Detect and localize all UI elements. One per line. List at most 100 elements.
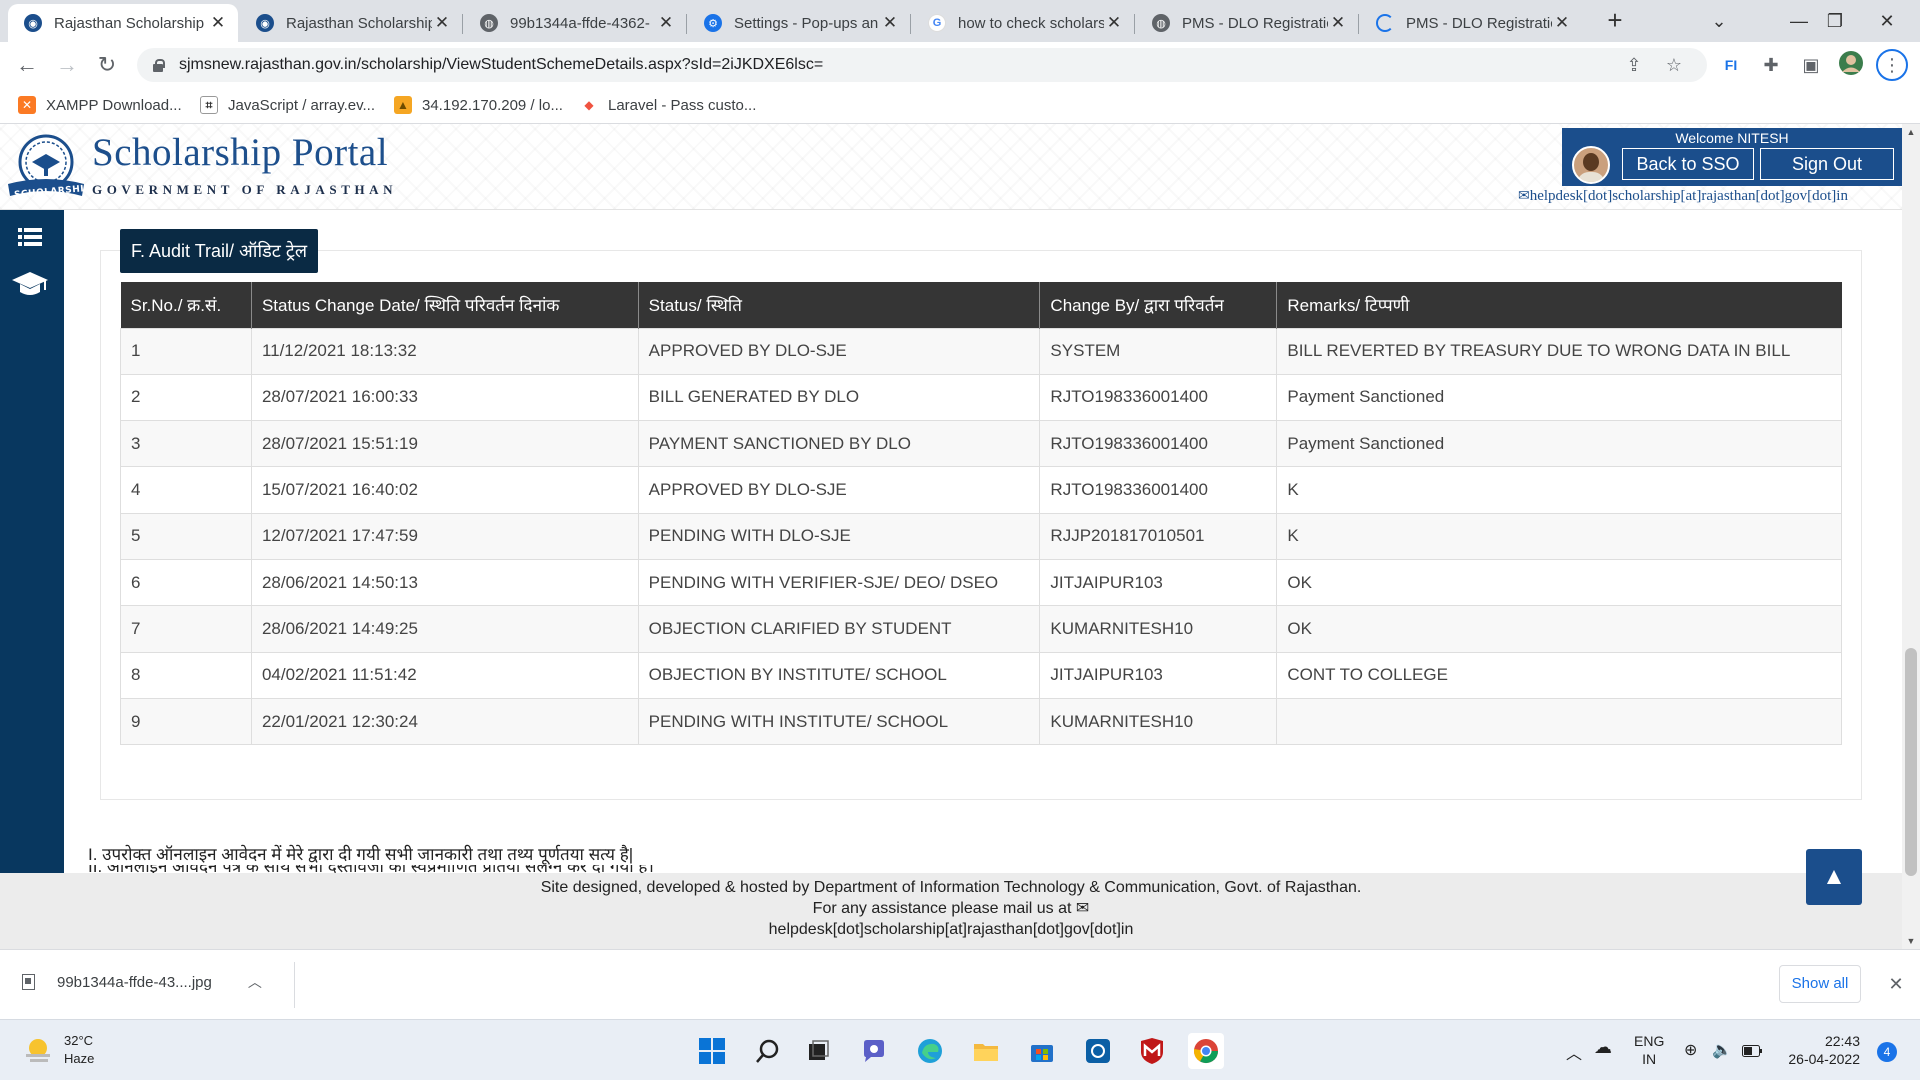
close-icon[interactable]: ✕ — [1882, 970, 1910, 998]
tab-label: PMS - DLO Registratic — [1182, 14, 1328, 32]
close-icon[interactable]: ✕ — [1552, 13, 1572, 33]
footer-assistance-text: For any assistance please mail us at — [812, 900, 1072, 917]
tab-google-search[interactable]: G how to check scholars ✕ — [912, 4, 1134, 42]
url-input[interactable] — [179, 56, 1579, 74]
tab-label: PMS - DLO Registratic — [1406, 14, 1552, 32]
onedrive-cloud-icon[interactable]: ☁ — [1594, 1037, 1612, 1058]
cell-remarks: Payment Sanctioned — [1276, 373, 1842, 422]
network-globe-icon[interactable]: ⊕ — [1684, 1040, 1697, 1060]
side-panel-icon[interactable]: ▣ — [1796, 50, 1826, 80]
scholarship-favicon: ◉ — [256, 14, 274, 32]
sign-out-button[interactable]: Sign Out — [1760, 148, 1894, 180]
bookmark-javascript[interactable]: ⌗ JavaScript / array.ev... — [200, 96, 375, 114]
table-row: 8 04/02/2021 11:51:42 OBJECTION BY INSTITU… — [120, 651, 1842, 699]
close-icon[interactable]: ✕ — [656, 13, 676, 33]
system-clock[interactable]: 22:43 26-04-2022 — [1780, 1032, 1860, 1068]
footer-email[interactable]: helpdesk[dot]scholarship[at]rajasthan[do… — [0, 919, 1902, 940]
teams-chat-icon[interactable] — [856, 1033, 892, 1069]
show-all-button[interactable]: Show all — [1779, 965, 1861, 1003]
helpdesk-email-link[interactable]: ✉helpdesk[dot]scholarship[at]rajasthan[d… — [1518, 188, 1848, 205]
share-icon[interactable]: ⇪ — [1617, 48, 1651, 82]
reload-button[interactable]: ↻ — [92, 50, 122, 80]
tab-separator — [1134, 14, 1135, 34]
back-to-sso-button[interactable]: Back to SSO — [1622, 148, 1754, 180]
windows-taskbar: 32°C Haze ︿ ☁ ENG IN ⊕ 🔈 22:43 26-04-202… — [0, 1019, 1920, 1080]
task-view-icon[interactable] — [800, 1033, 836, 1069]
bookmark-label: JavaScript / array.ev... — [228, 96, 375, 114]
windows-start-icon[interactable] — [694, 1033, 730, 1069]
cell-changed-by: RJTO198336001400 — [1039, 466, 1278, 514]
bookmark-phpmyadmin[interactable]: ▲ 34.192.170.209 / lo... — [394, 96, 563, 114]
cell-remarks: OK — [1276, 558, 1842, 607]
bookmark-label: Laravel - Pass custo... — [608, 96, 757, 114]
close-icon[interactable]: ✕ — [1104, 13, 1124, 33]
tab-rajasthan-scholarship-2[interactable]: ◉ Rajasthan Scholarship ✕ — [240, 4, 462, 42]
chrome-taskbar-icon[interactable] — [1188, 1033, 1224, 1069]
file-explorer-icon[interactable] — [968, 1033, 1004, 1069]
lock-icon[interactable] — [151, 58, 165, 72]
forward-button[interactable]: → — [52, 50, 82, 80]
back-button[interactable]: ← — [12, 50, 42, 80]
bookmark-star-icon[interactable]: ☆ — [1657, 48, 1691, 82]
scrollbar-thumb[interactable] — [1905, 648, 1917, 876]
extensions-puzzle-icon[interactable]: ✚ — [1756, 50, 1786, 80]
scroll-down-arrow-icon[interactable]: ▼ — [1902, 933, 1920, 949]
tab-label: Rajasthan Scholarship — [286, 14, 432, 32]
volume-icon[interactable]: 🔈 — [1712, 1040, 1732, 1060]
menu-list-icon[interactable] — [10, 220, 50, 256]
xampp-icon: ✕ — [18, 96, 36, 114]
close-icon[interactable]: ✕ — [1328, 13, 1348, 33]
new-tab-button[interactable]: + — [1600, 6, 1630, 36]
mcafee-shield-icon[interactable] — [1134, 1033, 1170, 1069]
tab-image-file[interactable]: ◍ 99b1344a-ffde-4362- ✕ — [464, 4, 686, 42]
close-icon[interactable]: ✕ — [880, 13, 900, 33]
cell-changed-by: JITJAIPUR103 — [1039, 558, 1278, 607]
search-icon[interactable] — [750, 1033, 786, 1069]
restore-button[interactable]: ❐ — [1810, 6, 1860, 36]
weather-haze-icon[interactable] — [24, 1034, 54, 1064]
globe-icon: ◍ — [1152, 14, 1170, 32]
tab-pms-dlo-registration-2[interactable]: PMS - DLO Registratic ✕ — [1360, 4, 1582, 42]
tray-chevron-up-icon[interactable]: ︿ — [1566, 1040, 1582, 1064]
microsoft-store-icon[interactable] — [1024, 1033, 1060, 1069]
edge-browser-icon[interactable] — [912, 1033, 948, 1069]
cell-status: PAYMENT SANCTIONED BY DLO — [637, 420, 1041, 468]
cell-changed-by: KUMARNITESH10 — [1039, 697, 1278, 746]
cell-remarks: K — [1276, 466, 1842, 514]
scroll-up-arrow-icon[interactable]: ▲ — [1902, 124, 1920, 140]
download-item[interactable]: 99b1344a-ffde-43....jpg ︿ — [22, 972, 262, 992]
tab-search-chevron-icon[interactable]: ⌄ — [1694, 6, 1744, 36]
battery-icon[interactable] — [1742, 1044, 1762, 1062]
graduation-cap-icon[interactable] — [10, 266, 50, 302]
extension-fi-icon[interactable]: FI — [1716, 50, 1746, 80]
close-window-button[interactable]: ✕ — [1862, 6, 1912, 36]
tab-pms-dlo-registration-1[interactable]: ◍ PMS - DLO Registratic ✕ — [1136, 4, 1358, 42]
tab-rajasthan-scholarship-1[interactable]: ◉ Rajasthan Scholarship ✕ — [8, 4, 238, 42]
close-icon[interactable]: ✕ — [432, 13, 452, 33]
address-bar[interactable]: ⇪ ☆ — [137, 48, 1707, 82]
remote-app-icon[interactable] — [1080, 1033, 1116, 1069]
profile-avatar[interactable] — [1836, 50, 1866, 80]
scroll-to-top-button[interactable]: ▲ — [1806, 849, 1862, 905]
envelope-icon: ✉ — [1518, 189, 1530, 204]
bookmark-laravel[interactable]: ◆ Laravel - Pass custo... — [580, 96, 756, 114]
page-scrollbar[interactable]: ▲ ▼ — [1902, 124, 1920, 949]
close-icon[interactable]: ✕ — [208, 13, 228, 33]
tab-label: Settings - Pop-ups an — [734, 14, 879, 32]
bookmark-label: XAMPP Download... — [46, 96, 182, 114]
audit-trail-section-header[interactable]: F. Audit Trail/ ऑडिट ट्रेल — [120, 229, 319, 273]
bookmark-xampp[interactable]: ✕ XAMPP Download... — [18, 96, 182, 114]
tab-settings[interactable]: ⚙ Settings - Pop-ups an ✕ — [688, 4, 910, 42]
cell-remarks: CONT TO COLLEGE — [1276, 651, 1842, 699]
loading-spinner-icon — [1376, 14, 1394, 32]
helpdesk-email-text: helpdesk[dot]scholarship[at]rajasthan[do… — [1529, 188, 1848, 204]
user-panel: Welcome NITESH Back to SSO Sign Out — [1562, 128, 1902, 186]
arrow-up-icon: ▲ — [1822, 863, 1846, 890]
chrome-menu-icon[interactable]: ⋮ — [1876, 49, 1908, 81]
weather-widget[interactable]: 32°C Haze — [64, 1032, 94, 1068]
notification-count-badge[interactable]: 4 — [1877, 1042, 1897, 1062]
page-viewport: SCHOLARSHIP Scholarship Portal GOVERNMEN… — [0, 124, 1920, 949]
input-language-indicator[interactable]: ENG IN — [1634, 1032, 1664, 1068]
cell-status-change-date: 28/06/2021 14:49:25 — [250, 605, 639, 653]
chevron-up-icon[interactable]: ︿ — [248, 972, 262, 992]
